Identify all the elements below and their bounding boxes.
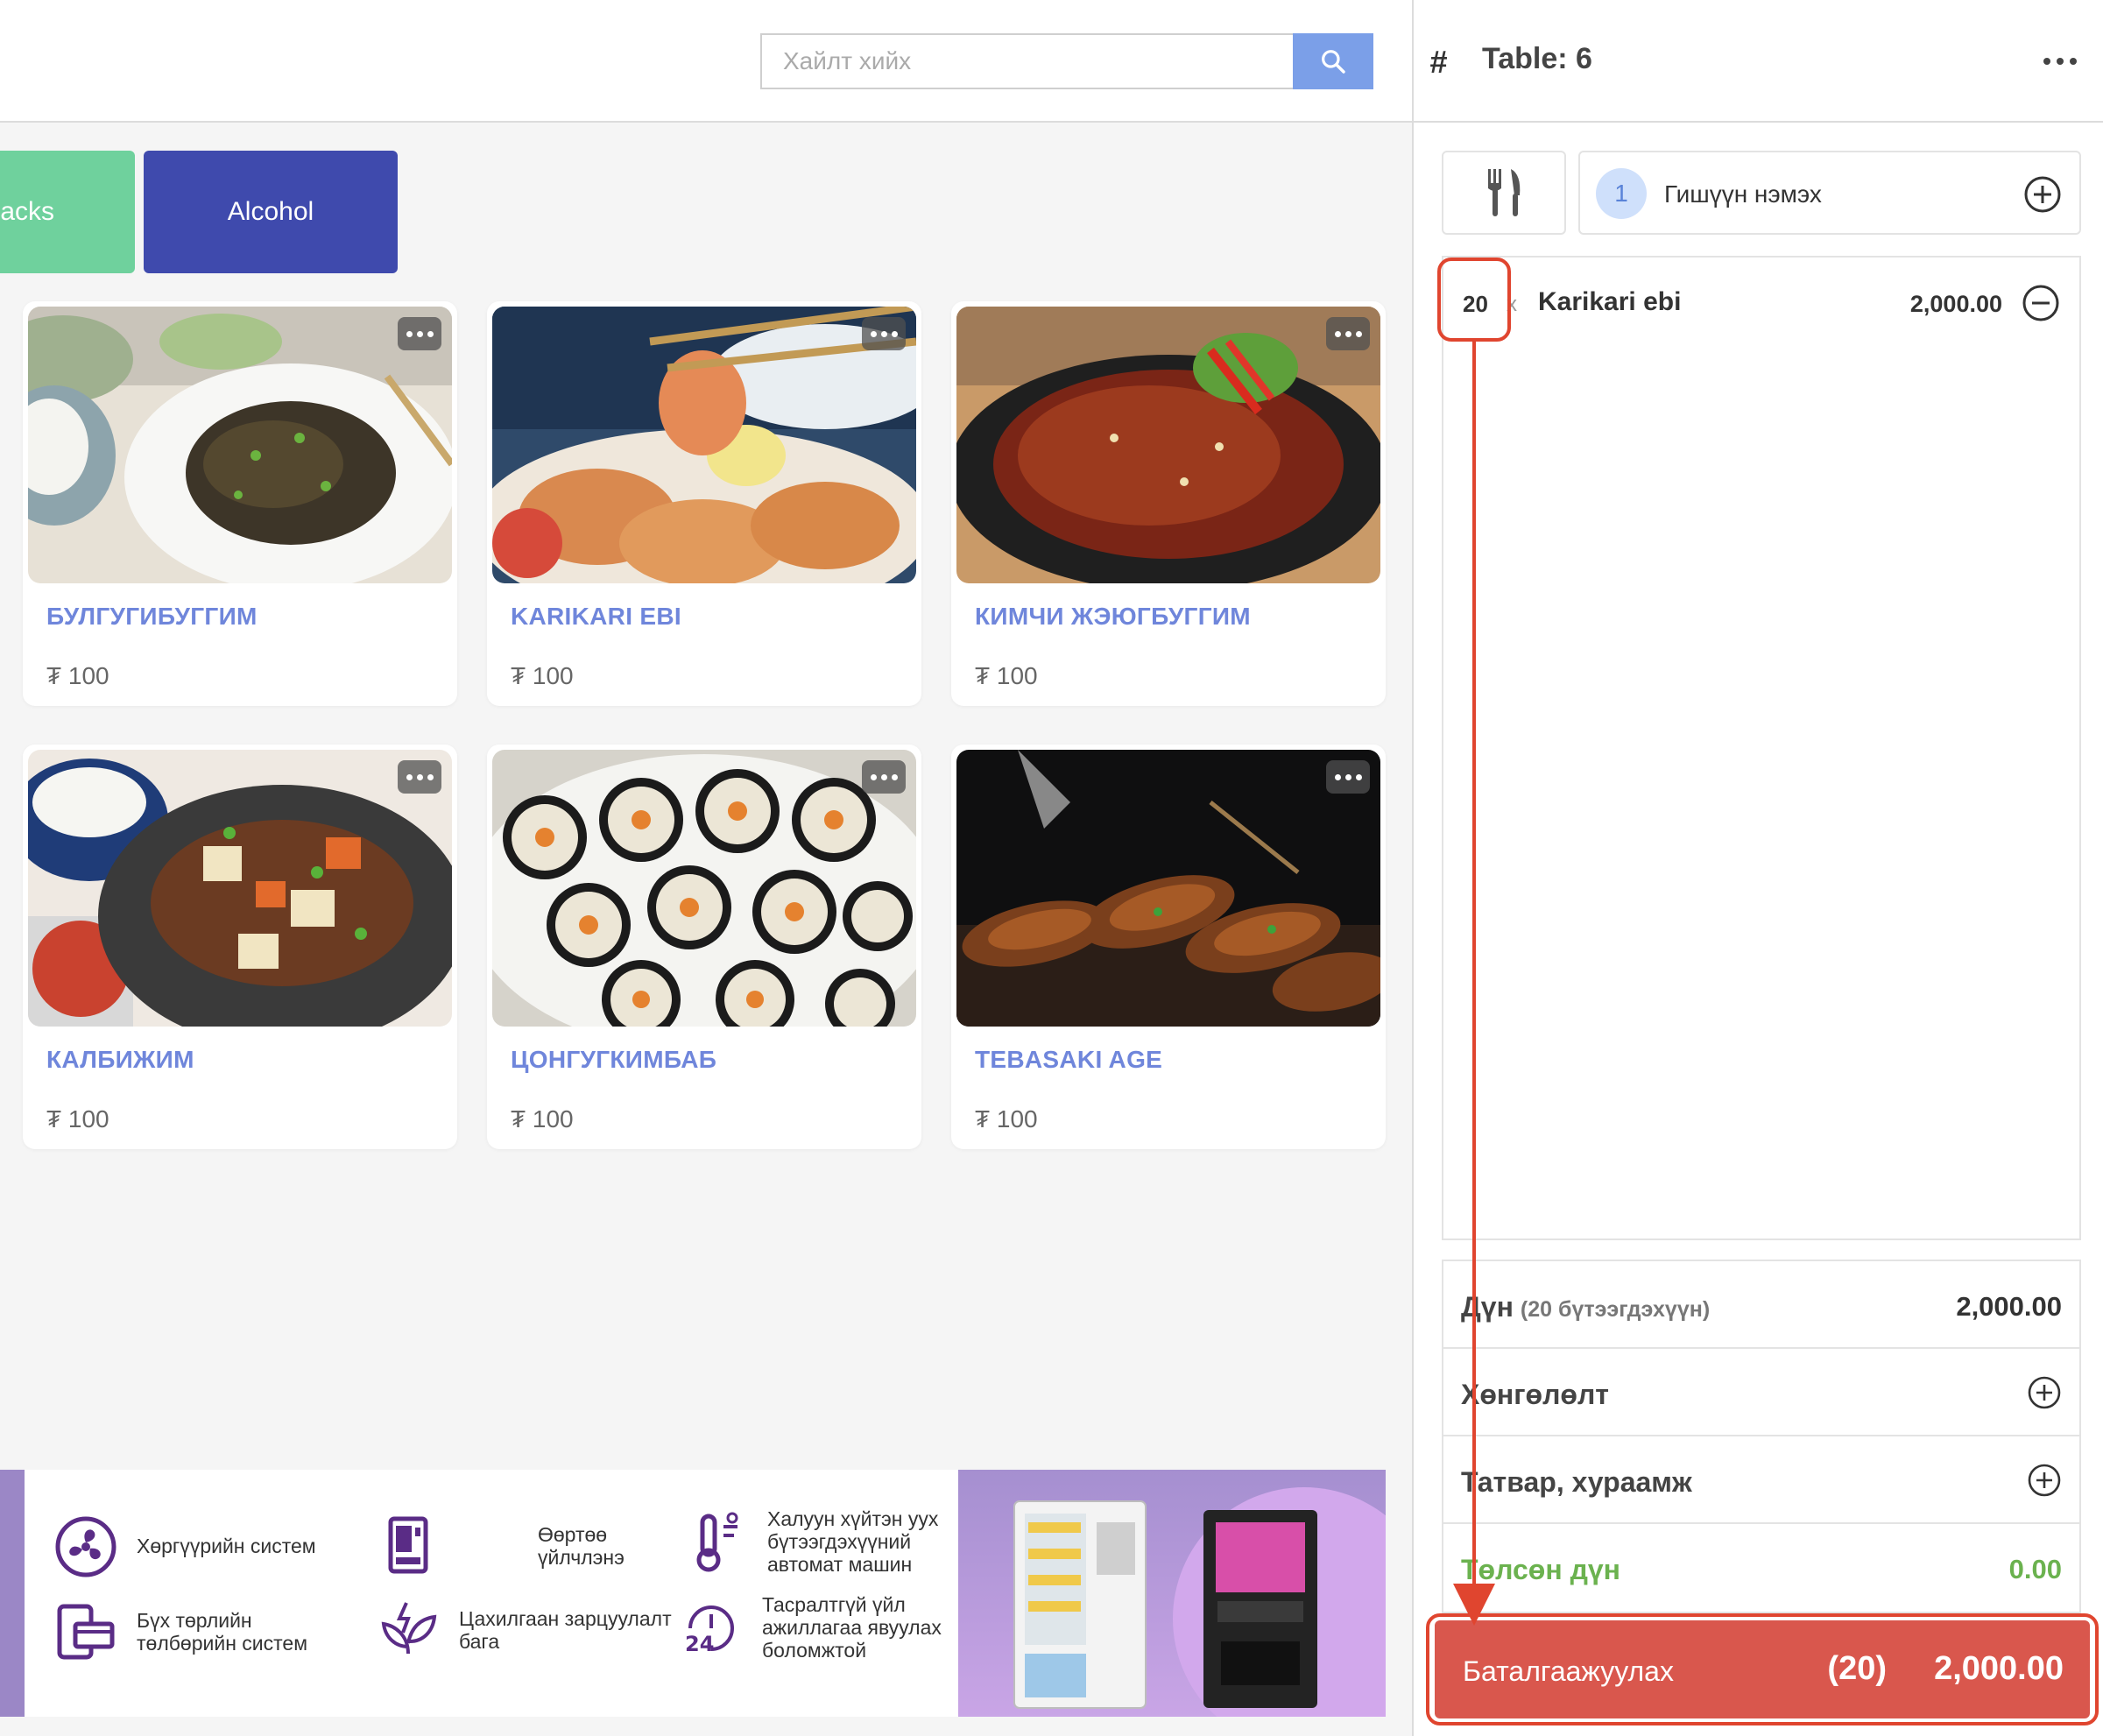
- product-card[interactable]: ЦОНГУГКИМБАБ ₮ 100: [487, 745, 921, 1149]
- product-more-button[interactable]: [862, 317, 906, 350]
- fork-knife-icon: [1488, 169, 1521, 216]
- plus-circle-icon[interactable]: [2027, 1375, 2062, 1410]
- summary-paid-row: Төлсөн дүн 0.00: [1443, 1524, 2079, 1612]
- product-price: ₮ 100: [511, 662, 574, 689]
- item-price: 2,000.00: [1909, 291, 2002, 317]
- product-more-button[interactable]: [398, 317, 441, 350]
- search-icon: [1322, 50, 1345, 74]
- product-name: TEBASAKI AGE: [975, 1046, 1163, 1073]
- amount-label: Дүн (20 бүтээгдэхүүн): [1461, 1291, 1711, 1323]
- order-items-list: 20 x Karikari ebi 2,000.00: [1442, 256, 2081, 1240]
- feature-label: Цахилгаан зарцуулалт бага: [459, 1607, 672, 1653]
- tax-label: Татвар, хураамж: [1461, 1466, 1692, 1498]
- confirm-button[interactable]: Баталгаажуулах (20) 2,000.00: [1435, 1620, 2090, 1718]
- paid-label: Төлсөн дүн: [1461, 1554, 1620, 1585]
- confirm-label: Баталгаажуулах: [1463, 1655, 1674, 1687]
- feature-payment: Бүх төрлийн төлбөрийн систем: [54, 1601, 356, 1664]
- feature-label: Халуун хүйтэн уух бүтээгдэхүүний автомат…: [767, 1507, 939, 1576]
- amount-value: 2,000.00: [1956, 1291, 2062, 1322]
- confirm-total: 2,000.00: [1934, 1650, 2064, 1687]
- category-snacks[interactable]: acks: [0, 151, 135, 273]
- feature-cooling: Хөргүүрийн систем: [54, 1515, 356, 1578]
- search-button[interactable]: [1293, 33, 1373, 89]
- product-card[interactable]: КАЛБИЖИМ ₮ 100: [23, 745, 457, 1149]
- promo-banner: Хөргүүрийн систем Өөртөө үйлчлэнэ Халуун…: [0, 1470, 1386, 1717]
- feature-label: Бүх төрлийн төлбөрийн систем: [137, 1609, 308, 1655]
- product-card[interactable]: TEBASAKI AGE ₮ 100: [951, 745, 1386, 1149]
- feature-label: Хөргүүрийн систем: [137, 1535, 316, 1558]
- product-price: ₮ 100: [975, 662, 1038, 689]
- product-more-button[interactable]: [862, 760, 906, 794]
- feature-label: Тасралтгүй үйл ажиллагаа явуулах боломжт…: [762, 1593, 942, 1662]
- table-label: Table: 6: [1482, 42, 1592, 75]
- summary-discount-row[interactable]: Хөнгөлөлт: [1443, 1349, 2079, 1436]
- discount-label: Хөнгөлөлт: [1461, 1379, 1609, 1410]
- add-member-field[interactable]: 1 Гишүүн нэмэх: [1578, 151, 2081, 235]
- item-name: Karikari ebi: [1538, 287, 1682, 316]
- product-image: [28, 307, 452, 583]
- amount-item-count: (20 бүтээгдэхүүн): [1520, 1297, 1711, 1322]
- feature-label: Өөртөө үйлчлэнэ: [538, 1523, 625, 1569]
- product-name: КАЛБИЖИМ: [46, 1046, 194, 1073]
- product-name: БУЛГУГИБУГГИМ: [46, 603, 258, 630]
- payment-icon: [57, 1604, 115, 1660]
- product-price: ₮ 100: [46, 662, 109, 689]
- top-bar: [0, 0, 1412, 123]
- product-more-button[interactable]: [1326, 317, 1370, 350]
- search-bar: [760, 33, 1373, 89]
- product-price: ₮ 100: [975, 1105, 1038, 1133]
- vending-icon: [388, 1516, 428, 1574]
- clock-24-icon: 24: [685, 1605, 734, 1656]
- product-image: [28, 750, 452, 1027]
- product-name: КИМЧИ ЖЭЮГБУГГИМ: [975, 603, 1251, 630]
- vending-machines-image: [958, 1470, 1386, 1717]
- plus-circle-icon[interactable]: [2027, 1463, 2062, 1498]
- add-member-label: Гишүүн нэмэх: [1664, 180, 1822, 208]
- feature-selfservice: Өөртөө үйлчлэнэ: [377, 1515, 678, 1578]
- product-card[interactable]: КИМЧИ ЖЭЮГБУГГИМ ₮ 100: [951, 301, 1386, 706]
- times-sign: x: [1507, 293, 1517, 316]
- category-alcohol[interactable]: Alcohol: [144, 151, 398, 273]
- product-price: ₮ 100: [511, 1105, 574, 1133]
- hash-icon: #: [1429, 44, 1448, 80]
- product-more-button[interactable]: [398, 760, 441, 794]
- order-panel: # Table: 6 1 Гишүүн нэмэх 20 x Karikari …: [1414, 0, 2103, 1736]
- eco-plug-icon: [381, 1602, 437, 1655]
- confirm-count: (20): [1827, 1650, 1887, 1687]
- more-options-icon[interactable]: [2043, 58, 2077, 65]
- paid-value: 0.00: [2008, 1554, 2062, 1584]
- product-price: ₮ 100: [46, 1105, 109, 1133]
- minus-circle-icon[interactable]: [2022, 284, 2060, 322]
- product-card[interactable]: KARIKARI EBI ₮ 100: [487, 301, 921, 706]
- product-card[interactable]: БУЛГУГИБУГГИМ ₮ 100: [23, 301, 457, 706]
- order-header: # Table: 6: [1414, 0, 2103, 123]
- plus-circle-icon[interactable]: [2023, 175, 2062, 214]
- category-label: Alcohol: [227, 197, 314, 226]
- summary-amount-row: Дүн (20 бүтээгдэхүүн) 2,000.00: [1443, 1261, 2079, 1349]
- product-image: [956, 750, 1380, 1027]
- member-count-badge: 1: [1596, 168, 1647, 219]
- product-name: KARIKARI EBI: [511, 603, 681, 630]
- product-name: ЦОНГУГКИМБАБ: [511, 1046, 717, 1073]
- product-more-button[interactable]: [1326, 760, 1370, 794]
- category-label: acks: [0, 197, 54, 226]
- feature-hotcold: Халуун хүйтэн уух бүтээгдэхүүний автомат…: [685, 1507, 986, 1576]
- summary-tax-row[interactable]: Татвар, хураамж: [1443, 1436, 2079, 1524]
- feature-energy: Цахилгаан зарцуулалт бага: [377, 1599, 678, 1662]
- search-input[interactable]: [760, 33, 1293, 89]
- thermometer-icon: [696, 1512, 738, 1572]
- dine-in-button[interactable]: [1442, 151, 1566, 235]
- feature-24h: 24 Тасралтгүй үйл ажиллагаа явуулах боло…: [680, 1593, 981, 1662]
- product-image: [956, 307, 1380, 583]
- svg-text:24: 24: [685, 1632, 714, 1656]
- order-summary: Дүн (20 бүтээгдэхүүн) 2,000.00 Хөнгөлөлт …: [1442, 1260, 2081, 1613]
- product-image: [492, 307, 916, 583]
- fan-icon: [55, 1516, 116, 1577]
- item-quantity[interactable]: 20: [1463, 291, 1488, 318]
- product-image: [492, 750, 916, 1027]
